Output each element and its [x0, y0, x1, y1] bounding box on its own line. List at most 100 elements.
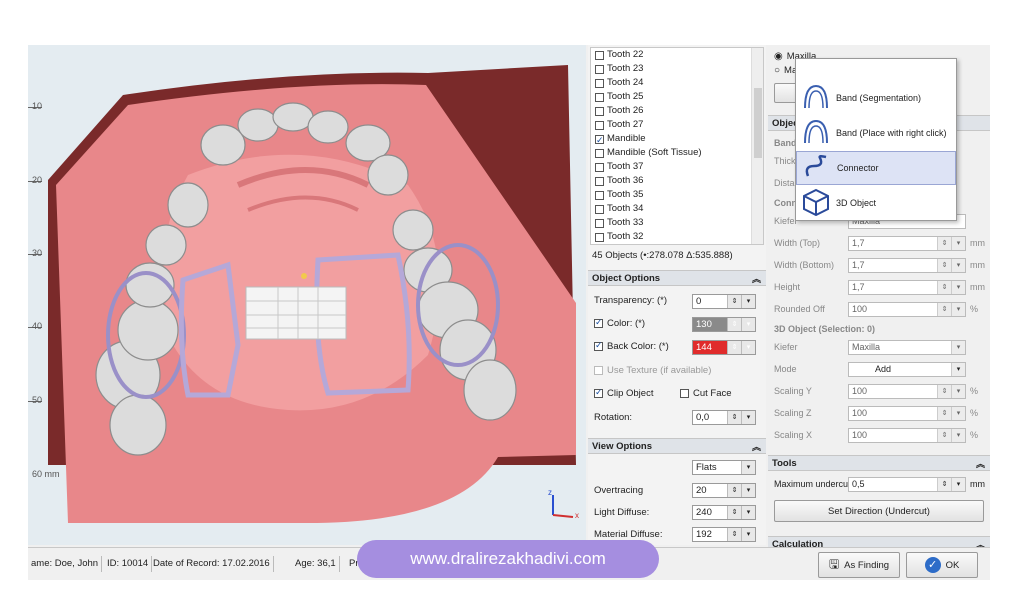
color-input[interactable]: 130 ⇕ ▾ — [692, 317, 756, 332]
spin-icon[interactable]: ⇕ — [937, 407, 951, 420]
spin-icon[interactable]: ⇕ — [937, 478, 951, 491]
spin-icon[interactable]: ⇕ — [937, 281, 951, 294]
dropdown-icon[interactable]: ▾ — [741, 318, 755, 331]
spin-icon[interactable]: ⇕ — [727, 295, 741, 308]
list-item[interactable]: Tooth 23 — [591, 62, 763, 76]
object-options-header[interactable]: Object Options ︽ — [588, 270, 766, 286]
height-input[interactable]: 1,7 ⇕ ▾ — [848, 280, 966, 295]
overtracing-input[interactable]: 20 ⇕ ▾ — [692, 483, 756, 498]
list-item-checkbox[interactable] — [595, 232, 604, 242]
list-item[interactable]: Tooth 35 — [591, 188, 763, 202]
as-finding-button[interactable]: 🖫 As Finding — [818, 552, 900, 578]
list-item[interactable]: Tooth 34 — [591, 202, 763, 216]
ok-button[interactable]: ✓ OK — [906, 552, 978, 578]
list-item-checkbox[interactable] — [595, 176, 604, 186]
radio-selected-icon[interactable]: ◉ — [774, 51, 783, 62]
menu-item-3d-object[interactable]: 3D Object — [796, 186, 956, 220]
dropdown-icon[interactable]: ▾ — [951, 341, 965, 354]
list-item[interactable]: Mandible — [591, 132, 763, 147]
spin-icon[interactable]: ⇕ — [727, 411, 741, 424]
dropdown-icon[interactable]: ▾ — [741, 295, 755, 308]
list-item[interactable]: Tooth 24 — [591, 76, 763, 90]
list-item-checkbox[interactable] — [595, 120, 604, 130]
list-item-checkbox[interactable] — [595, 78, 604, 88]
max-undercut-input[interactable]: 0,5 ⇕ ▾ — [848, 477, 966, 492]
width-top-input[interactable]: 1,7 ⇕ ▾ — [848, 236, 966, 251]
list-item[interactable]: Tooth 32 — [591, 230, 763, 244]
dropdown-icon[interactable]: ▾ — [951, 478, 965, 491]
scaling-y-input[interactable]: 100 ⇕ ▾ — [848, 384, 966, 399]
tools-header[interactable]: Tools ︽ — [768, 455, 990, 471]
dropdown-icon[interactable]: ▾ — [741, 506, 755, 519]
scaling-x-input[interactable]: 100 ⇕ ▾ — [848, 428, 966, 443]
scroll-thumb[interactable] — [754, 88, 762, 158]
view-options-header[interactable]: View Options ︽ — [588, 438, 766, 454]
list-item-checkbox[interactable] — [595, 106, 604, 116]
menu-item-band-place[interactable]: Band (Place with right click) — [796, 116, 956, 150]
use-texture-checkbox[interactable] — [594, 366, 603, 375]
spin-icon[interactable]: ⇕ — [937, 429, 951, 442]
color-checkbox[interactable] — [594, 317, 603, 328]
dropdown-icon[interactable]: ▾ — [951, 281, 965, 294]
radio-icon[interactable]: ○ — [774, 65, 780, 76]
shading-select[interactable]: Flats ▾ — [692, 460, 756, 475]
spin-icon[interactable]: ⇕ — [727, 341, 741, 354]
list-item-checkbox[interactable] — [595, 64, 604, 74]
spin-icon[interactable]: ⇕ — [727, 528, 741, 541]
list-item-checkbox[interactable] — [595, 148, 604, 158]
cut-face-checkbox[interactable] — [680, 389, 689, 398]
dropdown-icon[interactable]: ▾ — [741, 484, 755, 497]
object-list[interactable]: Tooth 22 Tooth 23 Tooth 24 Tooth 25 Tooth 26… — [590, 47, 764, 245]
collapse-icon[interactable]: ︽ — [752, 439, 761, 455]
dropdown-icon[interactable]: ▾ — [951, 259, 965, 272]
list-item[interactable]: Tooth 27 — [591, 118, 763, 132]
dropdown-icon[interactable]: ▾ — [741, 528, 755, 541]
list-item[interactable]: Tooth 33 — [591, 216, 763, 230]
set-direction-button[interactable]: Set Direction (Undercut) — [774, 500, 984, 522]
width-bottom-input[interactable]: 1,7 ⇕ ▾ — [848, 258, 966, 273]
dropdown-icon[interactable]: ▾ — [741, 411, 755, 424]
spin-icon[interactable]: ⇕ — [727, 506, 741, 519]
list-item-checkbox[interactable] — [595, 50, 604, 60]
list-item[interactable]: Tooth 25 — [591, 90, 763, 104]
menu-item-band-segmentation[interactable]: Band (Segmentation) — [796, 81, 956, 115]
list-item[interactable]: Tooth 36 — [591, 174, 763, 188]
spin-icon[interactable]: ⇕ — [937, 259, 951, 272]
back-color-input[interactable]: 144 ⇕ ▾ — [692, 340, 756, 355]
spin-icon[interactable]: ⇕ — [727, 318, 741, 331]
list-scrollbar[interactable] — [751, 48, 763, 244]
menu-item-connector[interactable]: Connector — [796, 151, 956, 185]
rotation-input[interactable]: 0,0 ⇕ ▾ — [692, 410, 756, 425]
light-diffuse-input[interactable]: 240 ⇕ ▾ — [692, 505, 756, 520]
spin-icon[interactable]: ⇕ — [937, 303, 951, 316]
list-item[interactable]: Mandible (Soft Tissue) — [591, 146, 763, 160]
object-type-menu[interactable]: Band (Segmentation) Band (Place with rig… — [795, 58, 957, 221]
clip-object-checkbox[interactable] — [594, 387, 603, 398]
mode-select[interactable]: Add ▾ — [848, 362, 966, 377]
dropdown-icon[interactable]: ▾ — [951, 407, 965, 420]
kiefer2-select[interactable]: Maxilla ▾ — [848, 340, 966, 355]
list-item[interactable]: Tooth 26 — [591, 104, 763, 118]
spin-icon[interactable]: ⇕ — [937, 385, 951, 398]
collapse-icon[interactable]: ︽ — [976, 456, 985, 472]
3d-viewport[interactable]: 10 20 30 40 50 60 mm z x — [28, 45, 586, 545]
list-item-checkbox[interactable] — [595, 204, 604, 214]
material-diffuse-input[interactable]: 192 ⇕ ▾ — [692, 527, 756, 542]
dropdown-icon[interactable]: ▾ — [951, 363, 965, 376]
dropdown-icon[interactable]: ▾ — [741, 461, 755, 474]
list-item-checkbox[interactable] — [595, 218, 604, 228]
dropdown-icon[interactable]: ▾ — [951, 429, 965, 442]
back-color-checkbox[interactable] — [594, 340, 603, 351]
spin-icon[interactable]: ⇕ — [727, 484, 741, 497]
list-item[interactable]: Tooth 22 — [591, 48, 763, 62]
list-item-checkbox[interactable] — [595, 92, 604, 102]
dropdown-icon[interactable]: ▾ — [741, 341, 755, 354]
collapse-icon[interactable]: ︽ — [752, 271, 761, 287]
list-item-checkbox[interactable] — [595, 133, 604, 147]
rounded-off-input[interactable]: 100 ⇕ ▾ — [848, 302, 966, 317]
spin-icon[interactable]: ⇕ — [937, 237, 951, 250]
transparency-input[interactable]: 0 ⇕ ▾ — [692, 294, 756, 309]
dropdown-icon[interactable]: ▾ — [951, 385, 965, 398]
list-item-checkbox[interactable] — [595, 162, 604, 172]
dropdown-icon[interactable]: ▾ — [951, 237, 965, 250]
